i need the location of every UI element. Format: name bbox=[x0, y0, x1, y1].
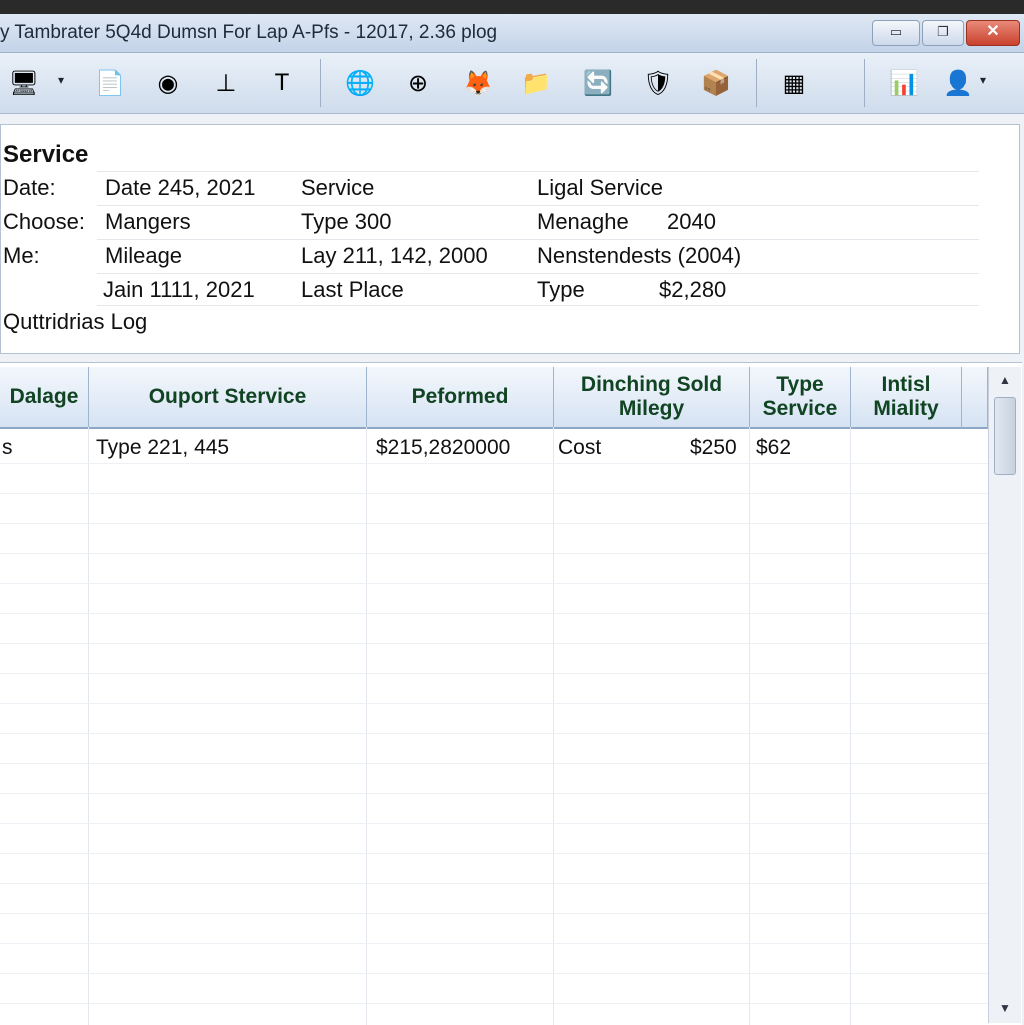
column-divider bbox=[749, 427, 750, 1025]
field-value: Jain 1111, 2021 bbox=[103, 277, 255, 302]
column-divider bbox=[366, 427, 367, 1025]
row-divider bbox=[0, 763, 988, 764]
row-divider bbox=[0, 793, 988, 794]
chevron-down-icon[interactable]: ▾ bbox=[980, 73, 986, 87]
stamp-icon[interactable]: ⊥ bbox=[208, 65, 244, 101]
field-value: $2,280 bbox=[659, 277, 727, 302]
monitor-icon[interactable]: 🖥 bbox=[6, 65, 42, 101]
toolbar-separator bbox=[756, 59, 757, 107]
title-bar: y Tambrater 5Q4d Dumsn For Lap A-Pfs - 1… bbox=[0, 14, 1024, 53]
row-divider bbox=[0, 943, 988, 944]
service-title: Service bbox=[3, 141, 89, 168]
field-value: Date 245, 2021 bbox=[105, 175, 256, 200]
field-value: Type 300 bbox=[301, 209, 392, 234]
field-value: 2040 bbox=[667, 209, 716, 234]
tool-icon[interactable]: T bbox=[264, 65, 300, 101]
browser-icon[interactable]: 🦊 bbox=[460, 65, 496, 101]
column-divider bbox=[553, 427, 554, 1025]
row-divider bbox=[0, 1003, 988, 1004]
row-divider bbox=[97, 305, 979, 306]
row-divider bbox=[97, 273, 979, 274]
crosshair-icon[interactable]: ⊕ bbox=[400, 65, 436, 101]
field-value: Ligal Service bbox=[537, 175, 663, 200]
log-table: Dalage Ouport Stervice Peformed Dinching… bbox=[0, 362, 1022, 1025]
column-header[interactable]: Dinching Sold Milegy bbox=[554, 367, 750, 429]
column-header[interactable]: Peformed bbox=[367, 367, 554, 429]
column-divider bbox=[88, 427, 89, 1025]
toolbar-separator bbox=[864, 59, 865, 107]
row-divider bbox=[0, 493, 988, 494]
row-divider bbox=[0, 583, 988, 584]
folder-icon[interactable]: 📁 bbox=[518, 65, 554, 101]
table-cell[interactable]: $250 bbox=[690, 433, 737, 463]
minimize-button[interactable]: ▭ bbox=[872, 20, 920, 46]
row-divider bbox=[0, 523, 988, 524]
globe-dark-icon[interactable]: ◉ bbox=[150, 65, 186, 101]
scroll-down-button[interactable]: ▼ bbox=[993, 997, 1017, 1019]
field-label: Date: bbox=[3, 175, 56, 200]
close-button[interactable]: ✕ bbox=[966, 20, 1020, 46]
row-divider bbox=[0, 973, 988, 974]
table-cell[interactable]: Type 221, 445 bbox=[96, 433, 229, 463]
row-divider bbox=[0, 673, 988, 674]
refresh-icon[interactable]: 🔄 bbox=[580, 65, 616, 101]
field-value: Mangers bbox=[105, 209, 191, 234]
column-divider bbox=[850, 427, 851, 1025]
row-divider bbox=[0, 463, 988, 464]
field-value: Service bbox=[301, 175, 375, 200]
user-icon[interactable]: 👤 bbox=[940, 65, 976, 101]
globe-icon[interactable]: 🌐 bbox=[342, 65, 378, 101]
table-cell[interactable]: $215,2820000 bbox=[376, 433, 510, 463]
package-icon[interactable]: 📦 bbox=[698, 65, 734, 101]
field-value: Type bbox=[537, 277, 585, 302]
row-divider bbox=[0, 733, 988, 734]
field-value: Mileage bbox=[105, 243, 183, 268]
field-value: Lay 211, 142, 2000 bbox=[301, 243, 488, 268]
table-cell[interactable]: s bbox=[2, 433, 13, 463]
row-divider bbox=[97, 239, 979, 240]
field-label: Choose: bbox=[3, 209, 85, 234]
network-icon[interactable]: ▦ bbox=[776, 65, 812, 101]
field-value: Nenstendests (2004) bbox=[537, 243, 742, 268]
row-divider bbox=[0, 553, 988, 554]
field-value: Last Place bbox=[301, 277, 404, 302]
row-divider bbox=[97, 205, 979, 206]
row-divider bbox=[0, 703, 988, 704]
document-icon[interactable]: 📄 bbox=[92, 65, 128, 101]
field-label: Me: bbox=[3, 243, 40, 268]
column-header[interactable]: Type Service bbox=[750, 367, 851, 429]
row-divider bbox=[0, 883, 988, 884]
row-divider bbox=[0, 823, 988, 824]
scroll-thumb[interactable] bbox=[994, 397, 1016, 475]
column-header-filler bbox=[962, 367, 988, 429]
shield-icon[interactable]: 🛡 bbox=[640, 65, 676, 101]
column-header[interactable]: Dalage bbox=[0, 367, 89, 429]
table-cell[interactable]: $62 bbox=[756, 433, 791, 463]
row-divider bbox=[0, 643, 988, 644]
toolbar-separator bbox=[320, 59, 321, 107]
scroll-up-button[interactable]: ▲ bbox=[993, 369, 1017, 391]
table-cell[interactable]: Cost bbox=[558, 433, 601, 463]
service-panel: Service Date: Date 245, 2021 Service Lig… bbox=[0, 124, 1020, 354]
column-header[interactable]: Intisl Miality bbox=[851, 367, 962, 429]
row-divider bbox=[0, 913, 988, 914]
top-edge-strip bbox=[0, 0, 1024, 14]
log-title: Quttridrias Log bbox=[3, 309, 148, 334]
window-title: y Tambrater 5Q4d Dumsn For Lap A-Pfs - 1… bbox=[0, 22, 498, 43]
toolbar: 🖥 ▾ 📄 ◉ ⊥ T 🌐 ⊕ 🦊 📁 🔄 🛡 📦 ▦ 📊 👤 ▾ bbox=[0, 53, 1024, 114]
chart-icon[interactable]: 📊 bbox=[886, 65, 922, 101]
row-divider bbox=[0, 613, 988, 614]
row-divider bbox=[97, 171, 979, 172]
vertical-scrollbar[interactable]: ▲ ▼ bbox=[988, 367, 1021, 1023]
maximize-button[interactable]: ❐ bbox=[922, 20, 964, 46]
row-divider bbox=[0, 853, 988, 854]
chevron-down-icon[interactable]: ▾ bbox=[58, 73, 64, 87]
field-value: Menaghe bbox=[537, 209, 629, 234]
column-header[interactable]: Ouport Stervice bbox=[89, 367, 367, 429]
